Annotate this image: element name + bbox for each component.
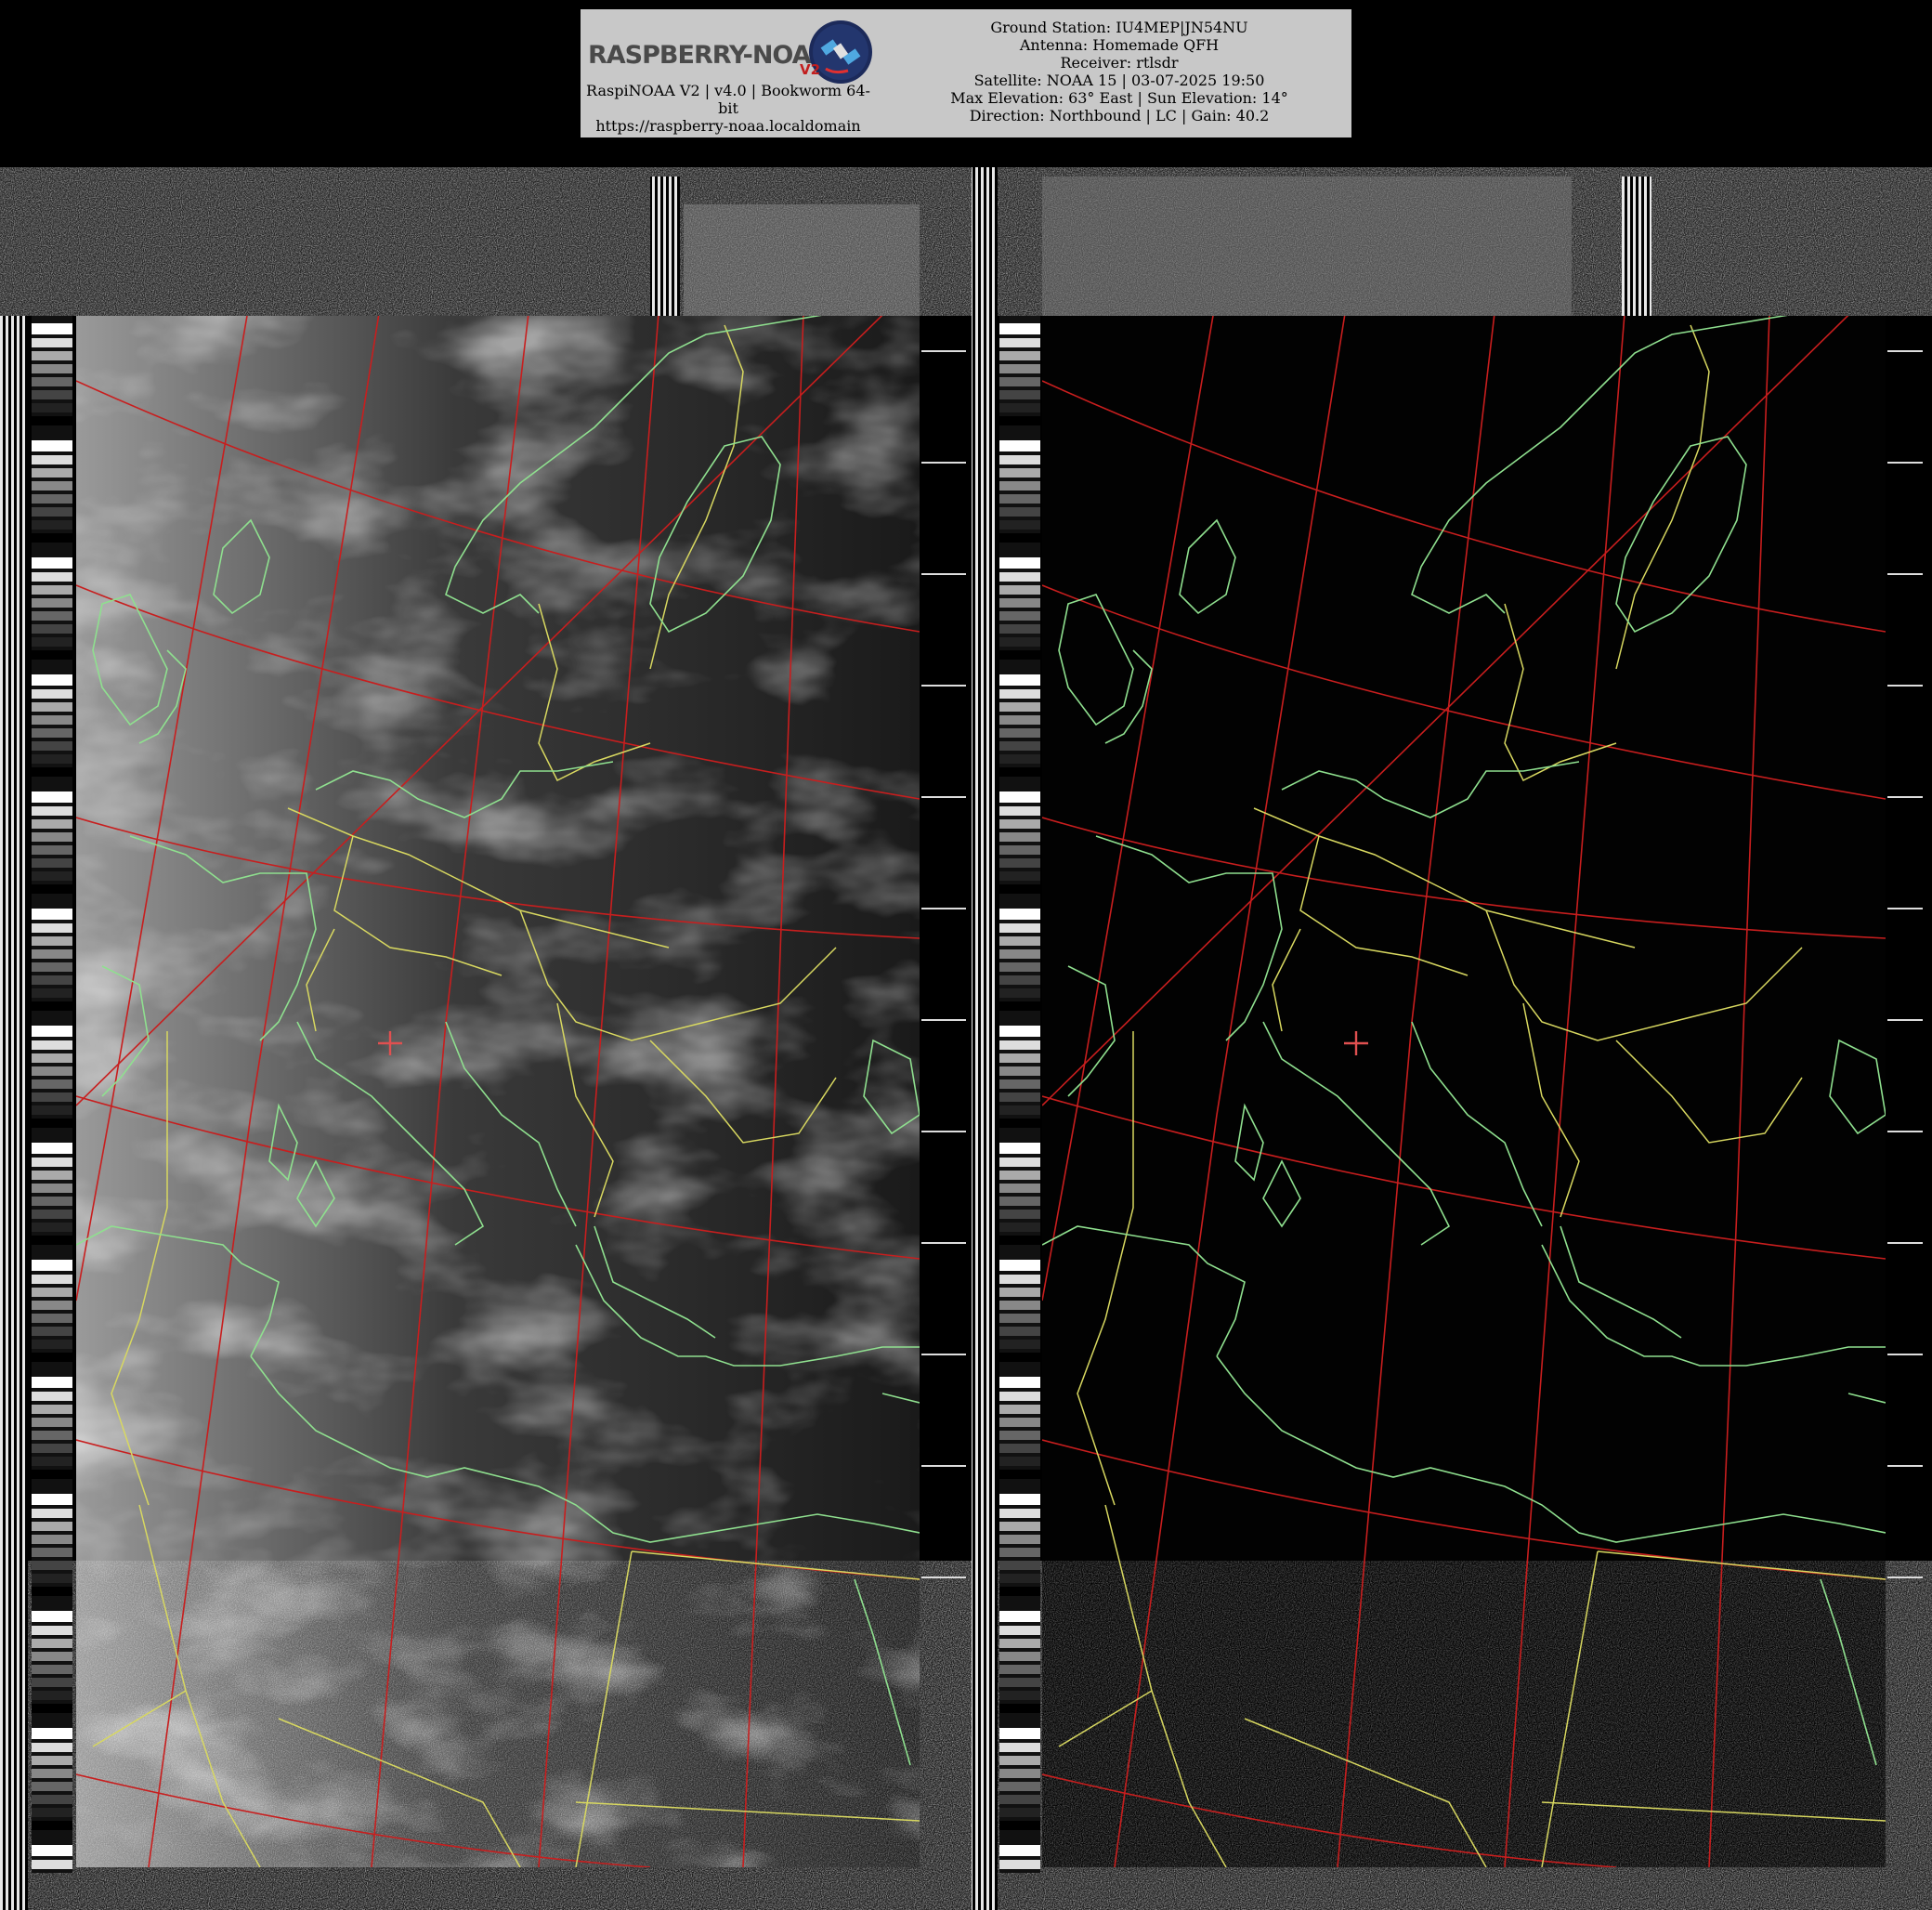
sync-a-bar — [0, 316, 28, 1910]
channel-b-image — [1042, 177, 1886, 1867]
satellite-image — [0, 167, 1932, 1910]
telemetry-wedge-a — [32, 316, 72, 1873]
channel-a-image — [76, 204, 920, 1867]
sync-b-bar — [972, 167, 998, 1910]
telemetry-wedge-b — [999, 316, 1040, 1873]
